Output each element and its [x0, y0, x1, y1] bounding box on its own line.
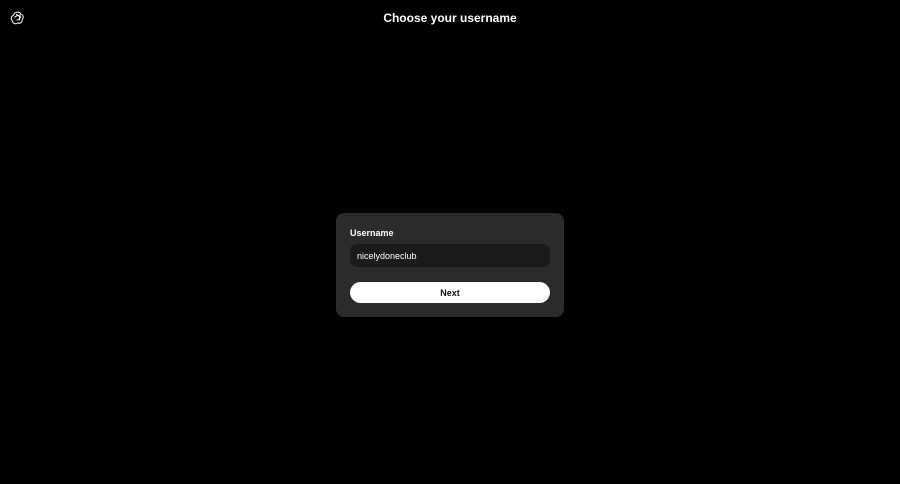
username-card: Username Next — [336, 213, 564, 317]
username-label: Username — [350, 228, 394, 238]
page: Choose your username Username Next — [0, 0, 900, 484]
username-input[interactable] — [357, 250, 543, 261]
page-title: Choose your username — [383, 11, 517, 25]
next-button[interactable]: Next — [350, 282, 550, 303]
username-field[interactable] — [350, 244, 550, 267]
